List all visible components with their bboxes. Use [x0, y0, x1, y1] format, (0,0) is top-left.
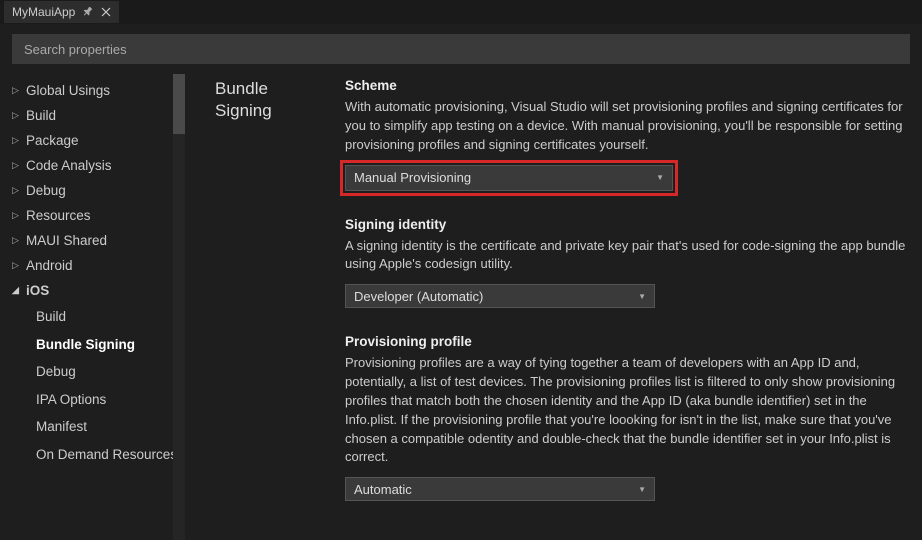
chevron-right-icon: ▷	[12, 210, 26, 221]
scheme-label: Scheme	[345, 78, 907, 93]
chevron-down-icon: ▼	[638, 292, 646, 301]
provisioning-profile-setting: Provisioning profile Provisioning profil…	[345, 334, 907, 501]
signing-identity-value: Developer (Automatic)	[354, 289, 483, 304]
close-icon[interactable]	[101, 7, 111, 17]
sidebar-item-global-usings[interactable]: ▷Global Usings	[12, 78, 185, 103]
chevron-right-icon: ▷	[12, 85, 26, 96]
search-input[interactable]: Search properties	[12, 34, 910, 64]
sidebar-item-package[interactable]: ▷Package	[12, 128, 185, 153]
signing-identity-dropdown[interactable]: Developer (Automatic) ▼	[345, 284, 655, 308]
pin-icon[interactable]	[83, 7, 93, 17]
provisioning-profile-dropdown[interactable]: Automatic ▼	[345, 477, 655, 501]
sidebar-sub-manifest[interactable]: Manifest	[36, 413, 185, 441]
sidebar-sub-on-demand-resources[interactable]: On Demand Resources	[36, 441, 185, 469]
chevron-right-icon: ▷	[12, 235, 26, 246]
chevron-down-icon: ◢	[12, 285, 26, 296]
chevron-down-icon: ▼	[656, 173, 664, 182]
sidebar-item-maui-shared[interactable]: ▷MAUI Shared	[12, 228, 185, 253]
provisioning-profile-description: Provisioning profiles are a way of tying…	[345, 354, 907, 467]
chevron-down-icon: ▼	[638, 485, 646, 494]
chevron-right-icon: ▷	[12, 185, 26, 196]
chevron-right-icon: ▷	[12, 260, 26, 271]
sidebar-item-debug[interactable]: ▷Debug	[12, 178, 185, 203]
sidebar-sub-debug[interactable]: Debug	[36, 358, 185, 386]
active-tab[interactable]: MyMauiApp	[4, 1, 119, 23]
scheme-description: With automatic provisioning, Visual Stud…	[345, 98, 907, 155]
chevron-right-icon: ▷	[12, 135, 26, 146]
scheme-setting: Scheme With automatic provisioning, Visu…	[345, 78, 907, 191]
signing-identity-setting: Signing identity A signing identity is t…	[345, 217, 907, 309]
signing-identity-label: Signing identity	[345, 217, 907, 232]
sidebar-sub-bundle-signing[interactable]: Bundle Signing	[36, 331, 185, 359]
chevron-right-icon: ▷	[12, 160, 26, 171]
sidebar-sub-build[interactable]: Build	[36, 303, 185, 331]
provisioning-profile-label: Provisioning profile	[345, 334, 907, 349]
sidebar: ▷Global Usings ▷Build ▷Package ▷Code Ana…	[0, 74, 185, 540]
chevron-right-icon: ▷	[12, 110, 26, 121]
scheme-dropdown[interactable]: Manual Provisioning ▼	[345, 165, 673, 191]
sidebar-sub-ipa-options[interactable]: IPA Options	[36, 386, 185, 414]
tab-title: MyMauiApp	[12, 5, 75, 19]
scheme-value: Manual Provisioning	[354, 170, 471, 185]
signing-identity-description: A signing identity is the certificate an…	[345, 237, 907, 275]
scrollbar-thumb[interactable]	[173, 74, 185, 134]
tab-bar: MyMauiApp	[0, 0, 922, 24]
sidebar-item-android[interactable]: ▷Android	[12, 253, 185, 278]
provisioning-profile-value: Automatic	[354, 482, 412, 497]
section-title: Bundle Signing	[215, 78, 325, 540]
sidebar-item-resources[interactable]: ▷Resources	[12, 203, 185, 228]
content-panel: Bundle Signing Scheme With automatic pro…	[185, 74, 922, 540]
sidebar-item-ios[interactable]: ◢iOS	[12, 278, 185, 303]
sidebar-item-code-analysis[interactable]: ▷Code Analysis	[12, 153, 185, 178]
sidebar-item-build[interactable]: ▷Build	[12, 103, 185, 128]
search-placeholder: Search properties	[24, 42, 127, 57]
sidebar-scrollbar[interactable]	[173, 74, 185, 540]
